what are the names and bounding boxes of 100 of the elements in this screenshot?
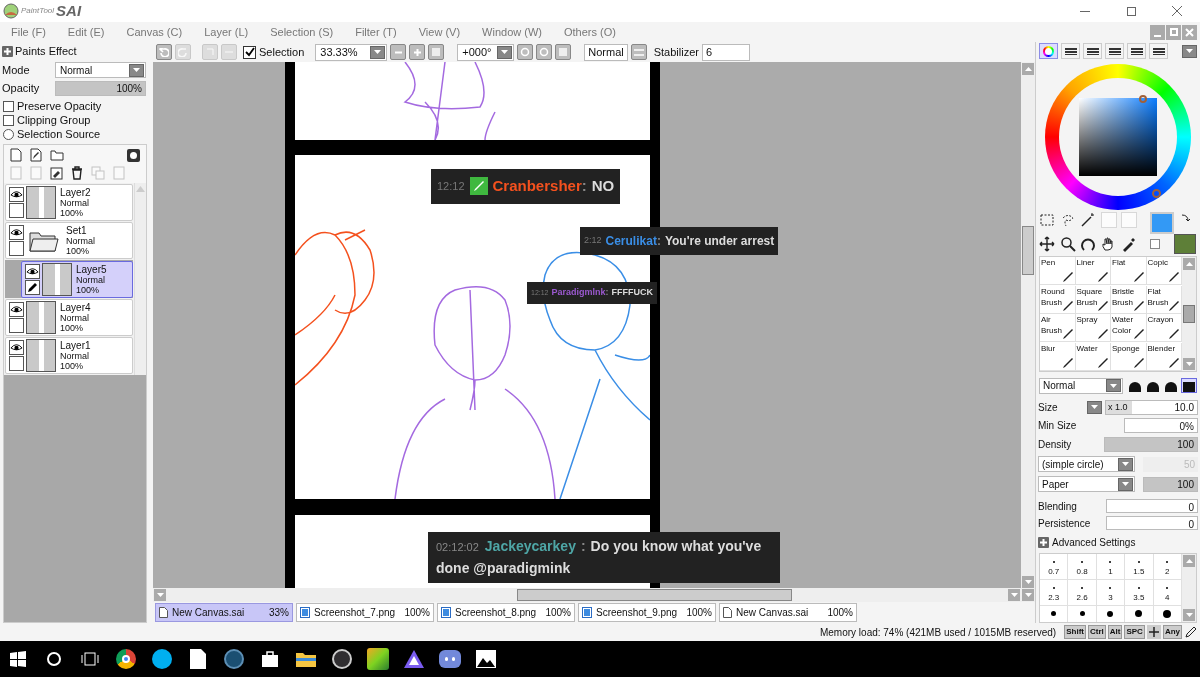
rotation-reset-button[interactable] — [555, 44, 572, 60]
reset-colors-icon[interactable] — [1150, 239, 1160, 250]
brush-slot[interactable]: Sponge — [1111, 342, 1147, 371]
dropdown-button[interactable] — [1118, 458, 1133, 471]
menu-item[interactable]: Filter (T) — [355, 23, 397, 41]
zoom-in-button[interactable] — [409, 44, 426, 60]
menu-item[interactable]: Layer (L) — [204, 23, 249, 41]
rotation-dropdown[interactable]: +000° — [457, 43, 515, 61]
brush-slot[interactable]: Flat — [1111, 257, 1147, 286]
layer-lock-toggle[interactable] — [9, 356, 24, 371]
visibility-toggle[interactable] — [25, 264, 40, 279]
color-mode-tab[interactable] — [1105, 43, 1124, 60]
brush-size-preset[interactable]: 0.8 — [1068, 554, 1097, 580]
dropdown-button[interactable] — [1087, 401, 1102, 414]
brush-size-preset[interactable]: 4 — [1153, 580, 1182, 606]
new-folder-icon[interactable] — [50, 149, 64, 161]
color-mode-tab[interactable] — [1061, 43, 1080, 60]
dropdown-button[interactable] — [129, 63, 144, 77]
layer-item[interactable]: Layer1 Normal 100% — [5, 337, 133, 374]
trash-icon[interactable] — [71, 166, 83, 180]
menu-item[interactable]: Others (O) — [563, 23, 616, 41]
blending-field[interactable]: 0 — [1106, 499, 1198, 514]
dropdown-button[interactable] — [370, 45, 386, 59]
visibility-toggle[interactable] — [9, 340, 24, 355]
brush-size-preset[interactable]: 2 — [1153, 554, 1182, 580]
dropdown-button[interactable] — [1118, 478, 1133, 491]
flip-button[interactable] — [630, 44, 647, 60]
brush-slot[interactable]: Blur — [1040, 342, 1076, 371]
menu-item[interactable]: File (F) — [11, 23, 46, 41]
zoom-reset-button[interactable] — [428, 44, 445, 60]
brush-size-preset[interactable]: 2.6 — [1068, 580, 1097, 606]
size-field[interactable]: x 1.0 10.0 — [1105, 400, 1198, 415]
brush-slot[interactable]: Bristle Brush — [1111, 285, 1147, 314]
checkbox[interactable] — [3, 100, 14, 112]
hue-handle[interactable] — [1152, 188, 1161, 198]
brush-mode-dropdown[interactable]: Normal — [1039, 378, 1123, 394]
layer-item[interactable]: Layer2 Normal 100% — [5, 184, 133, 221]
eyedropper-icon[interactable] — [1121, 235, 1138, 252]
color-square[interactable] — [1079, 97, 1157, 176]
brush-tip-option[interactable] — [1181, 378, 1197, 394]
menu-item[interactable]: Selection (S) — [270, 23, 334, 41]
secondary-color-swatch[interactable] — [1174, 234, 1196, 255]
layer-item[interactable]: Set1 Normal 100% — [5, 222, 133, 259]
document-tab[interactable]: New Canvas.sai 100% — [719, 603, 857, 622]
layer-item[interactable]: Layer5 Normal 100% — [21, 261, 133, 298]
texture-strength-slider[interactable]: 100 — [1143, 477, 1198, 492]
brush-slot[interactable]: Square Brush — [1075, 285, 1111, 314]
layer-lock-toggle[interactable] — [9, 241, 24, 256]
visibility-toggle[interactable] — [9, 187, 24, 202]
primary-color-swatch[interactable] — [1150, 212, 1174, 235]
persistence-field[interactable]: 0 — [1106, 516, 1198, 531]
scroll-thumb[interactable] — [1022, 226, 1034, 275]
document-tab[interactable]: New Canvas.sai 33% — [155, 603, 293, 622]
menu-item[interactable]: Window (W) — [482, 23, 542, 41]
brush-slot[interactable]: Water — [1075, 342, 1111, 371]
brush-slot[interactable]: Air Brush — [1040, 314, 1076, 343]
new-layer-icon[interactable] — [10, 148, 22, 162]
rotate-right-button[interactable] — [536, 44, 553, 60]
zoom-out-button[interactable] — [390, 44, 407, 60]
zoom-dropdown[interactable]: 33.33% — [315, 43, 388, 61]
brush-slot[interactable]: Water Color — [1111, 314, 1147, 343]
brush-size-preset[interactable]: 3 — [1096, 580, 1126, 606]
brush-size-preset[interactable]: 1.5 — [1125, 554, 1154, 580]
selection-checkbox[interactable] — [243, 45, 256, 59]
scroll-thumb[interactable] — [1183, 305, 1195, 324]
menu-item[interactable]: Edit (E) — [67, 23, 105, 41]
expand-icon[interactable] — [2, 45, 13, 57]
rectangle-select-icon[interactable] — [1039, 212, 1055, 229]
document-tab[interactable]: Screenshot_9.png 100% — [578, 603, 716, 622]
opacity-slider[interactable]: 100% — [55, 81, 146, 96]
brush-size-preset[interactable]: 3.5 — [1125, 580, 1154, 606]
brush-scrollbar[interactable] — [1182, 257, 1196, 371]
rotate-left-button[interactable] — [517, 44, 534, 60]
color-mode-tab[interactable] — [1083, 43, 1102, 60]
density-slider[interactable]: 100 — [1104, 437, 1198, 452]
menu-item[interactable]: Canvas (C) — [126, 23, 183, 41]
color-mode-tab[interactable] — [1149, 43, 1168, 60]
brush-slot[interactable]: Round Brush — [1040, 285, 1076, 314]
visibility-toggle[interactable] — [9, 302, 24, 317]
expand-icon[interactable] — [1038, 537, 1049, 548]
dropdown-button[interactable] — [497, 45, 513, 59]
dropdown-button[interactable] — [1106, 379, 1121, 393]
layer-lock-toggle[interactable] — [25, 280, 40, 295]
magic-wand-icon[interactable] — [1080, 212, 1097, 229]
layer-lock-toggle[interactable] — [9, 203, 24, 218]
checkbox[interactable] — [3, 114, 14, 126]
brush-slot[interactable]: Spray — [1075, 314, 1111, 343]
move-icon[interactable] — [1039, 235, 1055, 252]
color-mode-tab[interactable] — [1039, 43, 1058, 60]
visibility-toggle[interactable] — [9, 225, 24, 240]
undo-button[interactable] — [156, 44, 172, 60]
color-mode-tab[interactable] — [1127, 43, 1146, 60]
min-size-field[interactable]: 0% — [1124, 418, 1198, 433]
layer-lock-toggle[interactable] — [9, 318, 24, 333]
dropdown-button[interactable] — [1182, 44, 1197, 58]
menu-item[interactable]: View (V) — [418, 23, 461, 41]
radio-button[interactable] — [3, 128, 14, 140]
new-pen-layer-icon[interactable] — [30, 148, 42, 162]
scrollbar[interactable] — [134, 183, 146, 375]
layer-item[interactable]: Layer4 Normal 100% — [5, 299, 133, 336]
